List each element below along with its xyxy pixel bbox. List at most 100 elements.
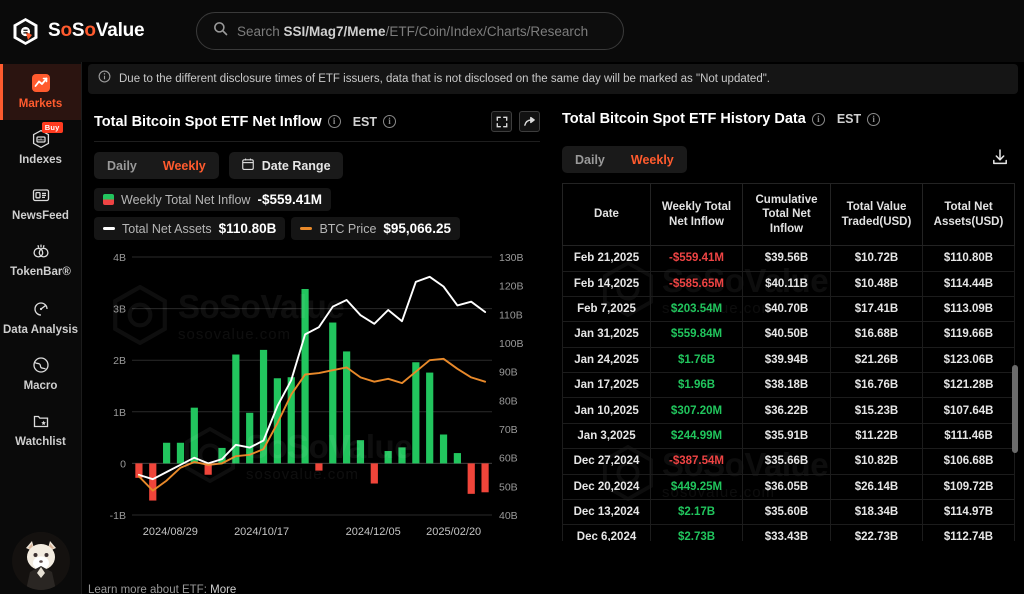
- col-total-net-assets[interactable]: Total Net Assets(USD): [923, 184, 1015, 246]
- legend-total-net-assets[interactable]: Total Net Assets $110.80B: [94, 217, 285, 240]
- sidebar-item-data-analysis[interactable]: Data Analysis: [0, 288, 81, 346]
- date-range-button[interactable]: Date Range: [229, 152, 343, 179]
- table-scrollbar[interactable]: [1012, 365, 1018, 453]
- table-row[interactable]: Jan 3,2025$244.99M$35.91B$11.22B$111.46B: [563, 423, 1015, 448]
- fullscreen-icon[interactable]: [491, 111, 512, 132]
- footer-text: Learn more about ETF:: [88, 584, 207, 594]
- table-row[interactable]: Dec 27,2024-$387.54M$35.66B$10.82B$106.6…: [563, 449, 1015, 474]
- cell-inflow: $1.96B: [651, 373, 743, 398]
- table-row[interactable]: Feb 21,2025-$559.41M$39.56B$10.72B$110.8…: [563, 246, 1015, 271]
- table-row[interactable]: Dec 20,2024$449.25M$36.05B$26.14B$109.72…: [563, 474, 1015, 499]
- chart-bar[interactable]: [481, 463, 488, 492]
- etf-net-inflow-chart[interactable]: SoSoValue sosovalue.com SoSoValue sosova…: [94, 249, 540, 549]
- info-icon[interactable]: i: [867, 113, 880, 126]
- cell-assets: $114.97B: [923, 499, 1015, 524]
- cell-traded: $11.22B: [831, 423, 923, 448]
- sidebar-item-label: Data Analysis: [3, 324, 78, 336]
- history-table-scroll[interactable]: Date Weekly Total Net Inflow Cumulative …: [562, 183, 1024, 541]
- fox-mascot-avatar[interactable]: [12, 532, 70, 590]
- sidebar-item-label: Watchlist: [15, 436, 66, 449]
- date-range-label: Date Range: [262, 159, 331, 173]
- chart-bar[interactable]: [426, 373, 433, 464]
- chart-bar[interactable]: [398, 447, 405, 463]
- info-icon[interactable]: i: [328, 115, 341, 128]
- cell-traded: $21.26B: [831, 347, 923, 372]
- cell-assets: $106.68B: [923, 449, 1015, 474]
- tab-weekly[interactable]: Weekly: [618, 146, 687, 173]
- table-row[interactable]: Dec 13,2024$2.17B$35.60B$18.34B$114.97B: [563, 499, 1015, 524]
- chart-bar[interactable]: [468, 463, 475, 493]
- info-icon: [98, 70, 111, 88]
- sidebar-item-macro[interactable]: Macro: [0, 346, 81, 402]
- chart-bar[interactable]: [274, 378, 281, 463]
- legend-value: -$559.41M: [257, 192, 322, 207]
- table-row[interactable]: Jan 31,2025$559.84M$40.50B$16.68B$119.66…: [563, 322, 1015, 347]
- search-input[interactable]: Search SSI/Mag7/Meme/ETF/Coin/Index/Char…: [196, 12, 624, 50]
- history-table-panel: Total Bitcoin Spot ETF History Data i ES…: [556, 104, 1024, 584]
- table-row[interactable]: Feb 14,2025-$585.65M$40.11B$10.48B$114.4…: [563, 271, 1015, 296]
- table-controls: Daily Weekly: [556, 136, 1024, 179]
- search-placeholder: Search SSI/Mag7/Meme/ETF/Coin/Index/Char…: [237, 24, 588, 39]
- legend-weekly-net-inflow[interactable]: Weekly Total Net Inflow -$559.41M: [94, 188, 331, 211]
- table-row[interactable]: Jan 10,2025$307.20M$36.22B$15.23B$107.64…: [563, 398, 1015, 423]
- col-cumulative-total-net-inflow[interactable]: Cumulative Total Net Inflow: [743, 184, 831, 246]
- tab-daily[interactable]: Daily: [94, 152, 150, 179]
- tab-daily[interactable]: Daily: [562, 146, 618, 173]
- sidebar-item-label: NewsFeed: [12, 210, 69, 223]
- table-row[interactable]: Dec 6,2024$2.73B$33.43B$22.73B$112.74B: [563, 525, 1015, 541]
- table-header-row: Date Weekly Total Net Inflow Cumulative …: [563, 184, 1015, 246]
- y2-axis-tick: 120B: [499, 281, 524, 293]
- cell-cumulative: $35.66B: [743, 449, 831, 474]
- chart-bar[interactable]: [191, 408, 198, 464]
- chart-bar[interactable]: [329, 323, 336, 464]
- cell-cumulative: $40.50B: [743, 322, 831, 347]
- info-icon[interactable]: i: [383, 115, 396, 128]
- sidebar-item-markets[interactable]: Markets: [0, 64, 81, 120]
- chart-bar[interactable]: [315, 463, 322, 470]
- table-panel-title: Total Bitcoin Spot ETF History Data: [562, 111, 806, 127]
- brand-logo[interactable]: SoSoValue: [12, 17, 172, 46]
- table-row[interactable]: Jan 17,2025$1.96B$38.18B$16.76B$121.28B: [563, 373, 1015, 398]
- tab-weekly[interactable]: Weekly: [150, 152, 219, 179]
- chart-bar[interactable]: [454, 453, 461, 463]
- y2-axis-tick: 40B: [499, 510, 518, 522]
- chart-bar[interactable]: [371, 463, 378, 483]
- chart-bar[interactable]: [260, 350, 267, 464]
- brand-name: SoSoValue: [48, 20, 144, 42]
- calendar-icon: [241, 157, 255, 174]
- footer-more-link[interactable]: More: [210, 584, 236, 594]
- table-row[interactable]: Feb 7,2025$203.54M$40.70B$17.41B$113.09B: [563, 296, 1015, 321]
- y2-axis-tick: 100B: [499, 338, 524, 350]
- chart-bar[interactable]: [177, 443, 184, 464]
- col-weekly-total-net-inflow[interactable]: Weekly Total Net Inflow: [651, 184, 743, 246]
- x-axis-tick: 2025/02/20: [426, 526, 481, 538]
- chart-bar[interactable]: [385, 451, 392, 463]
- cell-inflow: -$585.65M: [651, 271, 743, 296]
- table-row[interactable]: Jan 24,2025$1.76B$39.94B$21.26B$123.06B: [563, 347, 1015, 372]
- chart-bar[interactable]: [357, 440, 364, 463]
- sidebar-item-indexes[interactable]: Buy Indexes: [0, 120, 81, 176]
- sidebar-item-tokenbar[interactable]: TokenBar®: [0, 232, 81, 288]
- chart-bar[interactable]: [440, 435, 447, 464]
- chart-bar[interactable]: [412, 362, 419, 463]
- col-total-value-traded[interactable]: Total Value Traded(USD): [831, 184, 923, 246]
- y2-axis-tick: 80B: [499, 395, 518, 407]
- cell-date: Feb 21,2025: [563, 246, 651, 271]
- legend-btc-price[interactable]: BTC Price $95,066.25: [291, 217, 460, 240]
- download-icon[interactable]: [990, 147, 1010, 172]
- y2-axis-tick: 90B: [499, 367, 518, 379]
- chart-bar[interactable]: [149, 463, 156, 500]
- cell-traded: $10.72B: [831, 246, 923, 271]
- legend-swatch-icon: [300, 227, 312, 230]
- cell-traded: $16.68B: [831, 322, 923, 347]
- share-icon[interactable]: [519, 111, 540, 132]
- cell-assets: $110.80B: [923, 246, 1015, 271]
- cell-traded: $22.73B: [831, 525, 923, 541]
- sidebar-item-watchlist[interactable]: Watchlist: [0, 402, 81, 458]
- col-date[interactable]: Date: [563, 184, 651, 246]
- cell-cumulative: $40.70B: [743, 296, 831, 321]
- chart-bar[interactable]: [163, 443, 170, 464]
- sidebar-item-newsfeed[interactable]: NewsFeed: [0, 176, 81, 232]
- legend-label: Weekly Total Net Inflow: [121, 193, 250, 207]
- info-icon[interactable]: i: [812, 113, 825, 126]
